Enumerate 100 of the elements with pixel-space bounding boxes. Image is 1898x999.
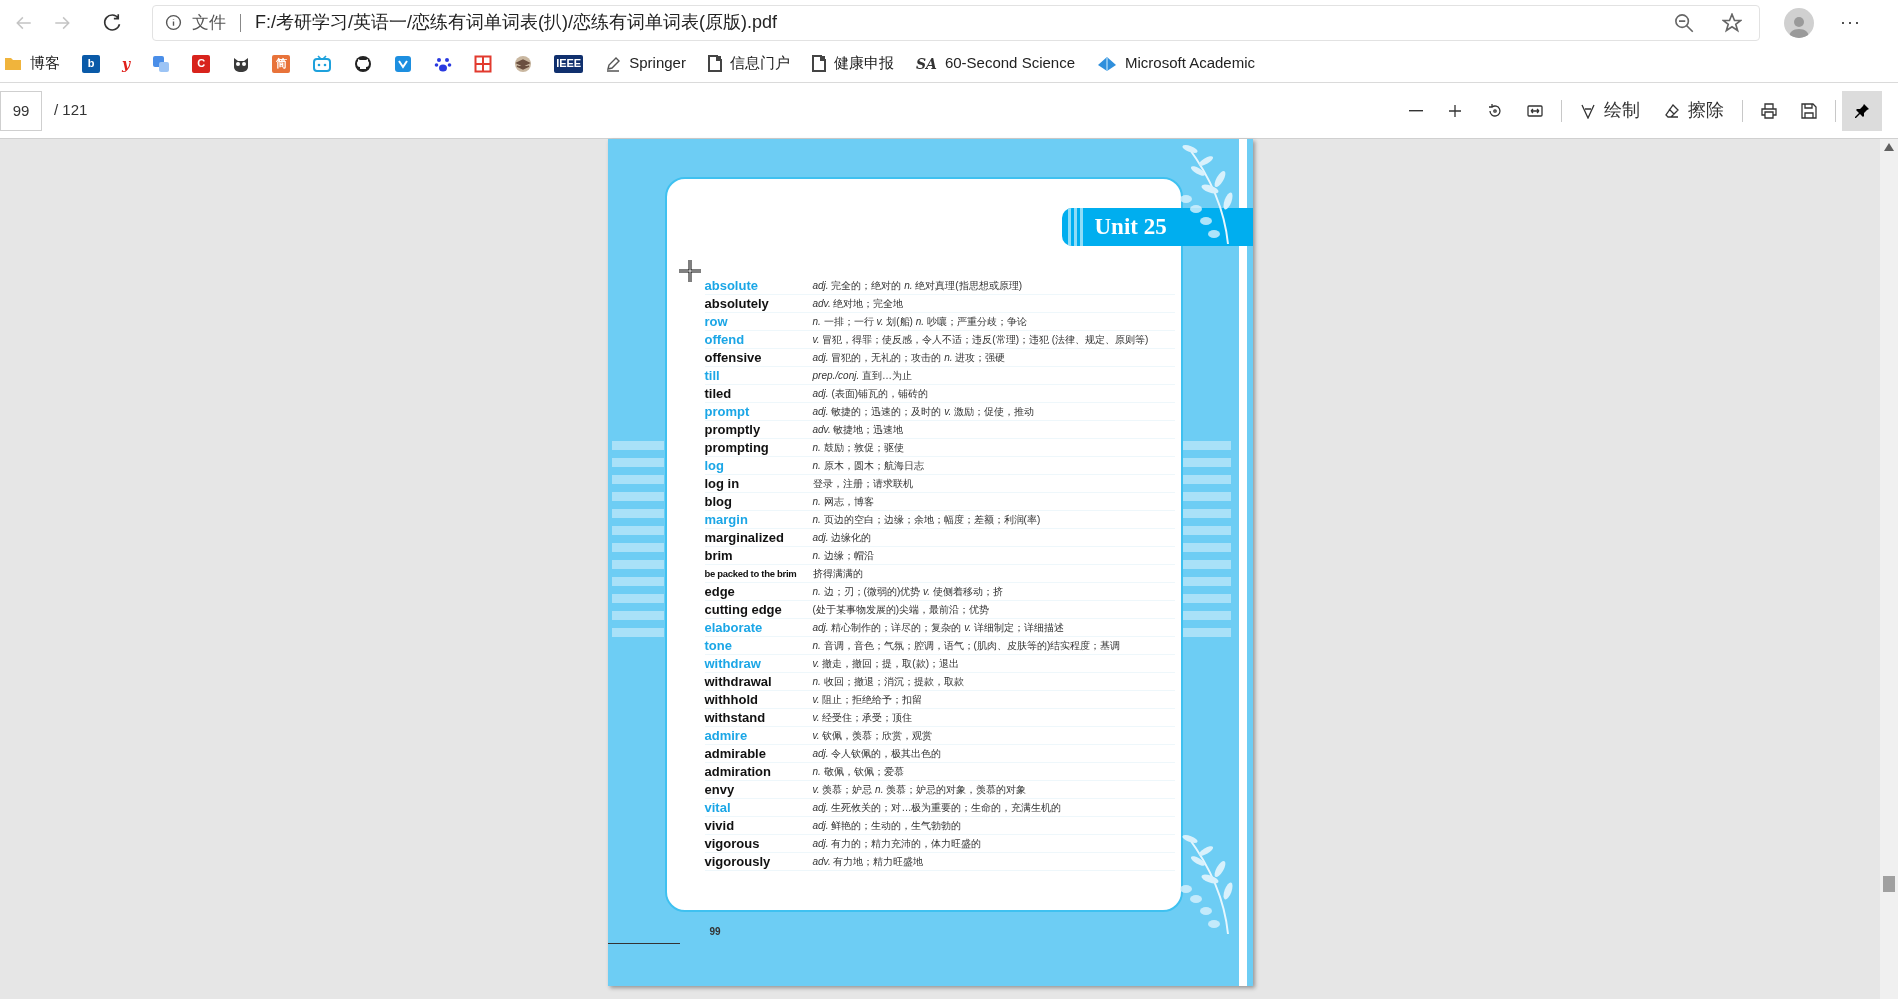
zoom-icon [1674, 12, 1694, 33]
scroll-up-icon [1884, 143, 1894, 151]
entry-word: admiration [704, 763, 772, 780]
entry-word: absolutely [704, 295, 770, 312]
bookmark-logo: 简 [272, 54, 291, 73]
entry-word: marginalized [704, 529, 785, 546]
entry-definition: n. 边；刃；(微弱的)优势 v. 使侧着移动；挤 [812, 585, 1003, 599]
fit-width-icon [1527, 102, 1543, 119]
entry-definition: n. 敬佩，钦佩；爱慕 [812, 765, 904, 779]
bookmark-item[interactable]: Microsoft Academic [1093, 48, 1260, 79]
entry-word: cutting edge [704, 601, 783, 618]
bookmark-logo: y [122, 56, 131, 71]
entry-word: be packed to the brim [704, 567, 798, 581]
entry-word: envy [704, 781, 736, 798]
entry-word: log [704, 457, 725, 474]
entry-definition: adj. 生死攸关的；对…极为重要的；生命的，充满生机的 [812, 801, 1062, 815]
address-bar[interactable]: 文件 F:/考研学习/英语一/恋练有词单词表(扒)/恋练有词单词表(原版).pdf [152, 4, 1760, 41]
bookmark-item[interactable]: 健康申报 [807, 48, 898, 79]
entry-definition: v. 冒犯，得罪；使反感，令人不适；违反(常理)；违犯 (法律、规定、原则等) [812, 333, 1149, 347]
bookmark-item[interactable]: IEEE [550, 48, 588, 79]
entry-word: row [704, 313, 729, 330]
entry-definition: adj. 冒犯的，无礼的；攻击的 n. 进攻；强硬 [812, 351, 1006, 365]
entry-definition: n. 鼓励；敦促；驱使 [812, 441, 904, 455]
entry-word: edge [704, 583, 736, 600]
pin-icon [1854, 102, 1870, 119]
entry-word: withstand [704, 709, 767, 726]
reload-icon [102, 12, 122, 33]
bookmark-logo: SA [915, 56, 937, 71]
bookmark-item[interactable]: Springer [601, 48, 690, 79]
draw-button[interactable]: 绘制 [1568, 90, 1652, 131]
entry-word: blog [704, 493, 733, 510]
entry-definition: adj. 令人钦佩的，极其出色的 [812, 747, 942, 761]
entry-word: offensive [704, 349, 763, 366]
entry-word: brim [704, 547, 734, 564]
entry-definition: n. 原木，圆木；航海日志 [812, 459, 924, 473]
url-text: F:/考研学习/英语一/恋练有词单词表(扒)/恋练有词单词表(原版).pdf [255, 11, 777, 34]
entry-definition: n. 边缘；帽沿 [812, 549, 874, 563]
printer-icon [1761, 102, 1777, 119]
entry-definition: adv. 绝对地；完全地 [812, 297, 904, 311]
entry-word: admirable [704, 745, 767, 762]
entry-word: elaborate [704, 619, 764, 636]
minus-icon [1409, 109, 1423, 112]
entry-definition: adj. 敏捷的；迅速的；及时的 v. 激励；促使，推动 [812, 405, 1034, 419]
entry-definition: (处于某事物发展的)尖端，最前沿；优势 [812, 603, 990, 617]
page-number: 99 [709, 925, 721, 939]
entry-definition: adj. 有力的；精力充沛的，体力旺盛的 [812, 837, 982, 851]
entry-definition: prep./conj. 直到…为止 [812, 369, 912, 383]
entry-word: withhold [704, 691, 759, 708]
entry-definition: v. 经受住；承受；顶住 [812, 711, 913, 725]
entry-definition: adj. 边缘化的 [812, 531, 872, 545]
entry-word: vivid [704, 817, 736, 834]
entry-word: promptly [704, 421, 762, 438]
entry-definition: adj. (表面)铺瓦的，铺砖的 [812, 387, 929, 401]
entry-word: withdraw [704, 655, 762, 672]
entry-word: vital [704, 799, 732, 816]
profile-button[interactable] [1784, 7, 1814, 38]
bookmark-item[interactable]: y [118, 48, 135, 79]
entry-word: offend [704, 331, 746, 348]
menu-button[interactable]: ··· [1840, 9, 1861, 36]
entry-word: till [704, 367, 721, 384]
bookmark-item[interactable]: b [78, 48, 104, 79]
bookmark-logo: C [192, 54, 211, 73]
crosshair-cursor-icon [677, 259, 702, 283]
bookmark-item[interactable]: C [188, 48, 215, 79]
pen-icon [1580, 102, 1596, 119]
info-icon [165, 14, 182, 31]
entry-word: vigorous [704, 835, 761, 852]
bookmark-item[interactable]: 博客 [0, 48, 64, 79]
entry-definition: n. 网志，博客 [812, 495, 874, 509]
bookmark-item[interactable]: SA 60-Second Science [911, 48, 1079, 79]
page-number-field[interactable]: 99 [0, 90, 42, 131]
entry-definition: adj. 鲜艳的；生动的，生气勃勃的 [812, 819, 962, 833]
scheme-label: 文件 [192, 11, 226, 34]
entry-definition: adj. 完全的；绝对的 n. 绝对真理(指思想或原理) [812, 279, 1022, 293]
entry-definition: v. 撤走，撤回；提，取(款)；退出 [812, 657, 959, 671]
entry-word: margin [704, 511, 749, 528]
rotate-icon [1487, 102, 1503, 119]
entry-word: prompting [704, 439, 770, 456]
save-icon [1801, 102, 1817, 119]
scroll-thumb[interactable] [1883, 876, 1895, 892]
entry-word: admire [704, 727, 749, 744]
entry-definition: adv. 有力地；精力旺盛地 [812, 855, 924, 869]
bookmark-item[interactable]: 信息门户 [703, 48, 794, 79]
entry-definition: 登录，注册；请求联机 [812, 477, 913, 491]
erase-button[interactable]: 擦除 [1652, 90, 1736, 131]
bookmark-logo: b [82, 54, 100, 73]
entry-definition: adj. 精心制作的；详尽的；复杂的 v. 详细制定；详细描述 [812, 621, 1064, 635]
entry-word: log in [704, 475, 741, 492]
entry-definition: n. 音调，音色；气氛；腔调，语气；(肌肉、皮肤等的)结实程度；基调 [812, 639, 1121, 653]
entry-definition: v. 钦佩，羡慕；欣赏，观赏 [812, 729, 933, 743]
entry-definition: n. 收回；撤退；消沉；提款，取款 [812, 675, 964, 689]
entry-definition: v. 羡慕；妒忌 n. 羡慕；妒忌的对象，羡慕的对象 [812, 783, 1027, 797]
page-count: / 121 [54, 100, 88, 121]
entry-word: absolute [704, 277, 759, 294]
entry-definition: n. 一排；一行 v. 划(船) n. 吵嚷；严重分歧；争论 [812, 315, 1027, 329]
entry-word: withdrawal [704, 673, 773, 690]
entry-definition: v. 阻止；拒绝给予；扣留 [812, 693, 923, 707]
pin-button[interactable] [1842, 90, 1882, 131]
scrollbar[interactable] [1880, 139, 1898, 999]
bookmark-logo: IEEE [554, 54, 584, 73]
